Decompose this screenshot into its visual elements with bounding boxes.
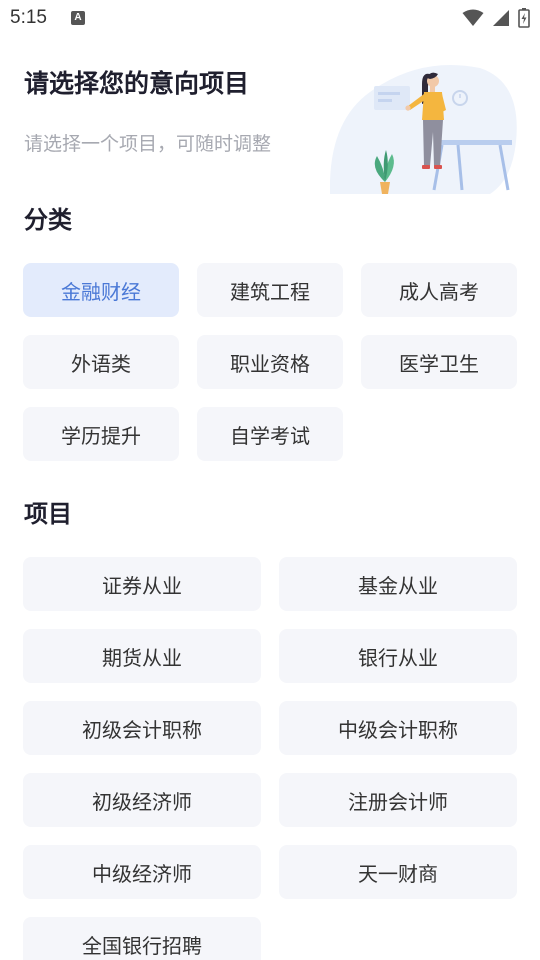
project-chip-tianyi-finance[interactable]: 天一财商 bbox=[279, 845, 517, 899]
notification-icon: A bbox=[71, 11, 85, 25]
project-chip-securities[interactable]: 证券从业 bbox=[23, 557, 261, 611]
category-chip-construction[interactable]: 建筑工程 bbox=[197, 263, 343, 317]
page-title: 请选择您的意向项目 bbox=[24, 69, 250, 98]
category-chip-foreign-language[interactable]: 外语类 bbox=[23, 335, 179, 389]
project-chip-intermediate-accountant[interactable]: 中级会计职称 bbox=[279, 701, 517, 755]
category-chip-medical-health[interactable]: 医学卫生 bbox=[361, 335, 517, 389]
page-subtitle: 请选择一个项目，可随时调整 bbox=[24, 133, 272, 155]
header: 请选择您的意向项目 请选择一个项目，可随时调整 bbox=[0, 38, 540, 198]
project-chip-banking[interactable]: 银行从业 bbox=[279, 629, 517, 683]
battery-charging-icon bbox=[518, 8, 530, 28]
project-chip-cpa[interactable]: 注册会计师 bbox=[279, 773, 517, 827]
status-icons bbox=[462, 8, 530, 28]
project-chip-bank-recruitment[interactable]: 全国银行招聘 bbox=[23, 917, 261, 960]
wifi-icon bbox=[462, 9, 484, 26]
person-at-desk-illustration bbox=[330, 65, 517, 194]
category-section-title: 分类 bbox=[24, 206, 72, 234]
category-chip-vocational-qualification[interactable]: 职业资格 bbox=[197, 335, 343, 389]
project-chip-futures[interactable]: 期货从业 bbox=[23, 629, 261, 683]
signal-icon bbox=[493, 10, 509, 26]
project-chip-intermediate-economist[interactable]: 中级经济师 bbox=[23, 845, 261, 899]
status-bar: 5:15 A bbox=[0, 0, 540, 38]
project-chip-junior-economist[interactable]: 初级经济师 bbox=[23, 773, 261, 827]
project-chip-fund[interactable]: 基金从业 bbox=[279, 557, 517, 611]
project-section-title: 项目 bbox=[24, 500, 72, 528]
category-chip-education-upgrade[interactable]: 学历提升 bbox=[23, 407, 179, 461]
project-chip-junior-accountant[interactable]: 初级会计职称 bbox=[23, 701, 261, 755]
category-chip-adult-exam[interactable]: 成人高考 bbox=[361, 263, 517, 317]
category-chip-finance[interactable]: 金融财经 bbox=[23, 263, 179, 317]
category-chip-self-study-exam[interactable]: 自学考试 bbox=[197, 407, 343, 461]
status-time: 5:15 bbox=[10, 7, 47, 28]
